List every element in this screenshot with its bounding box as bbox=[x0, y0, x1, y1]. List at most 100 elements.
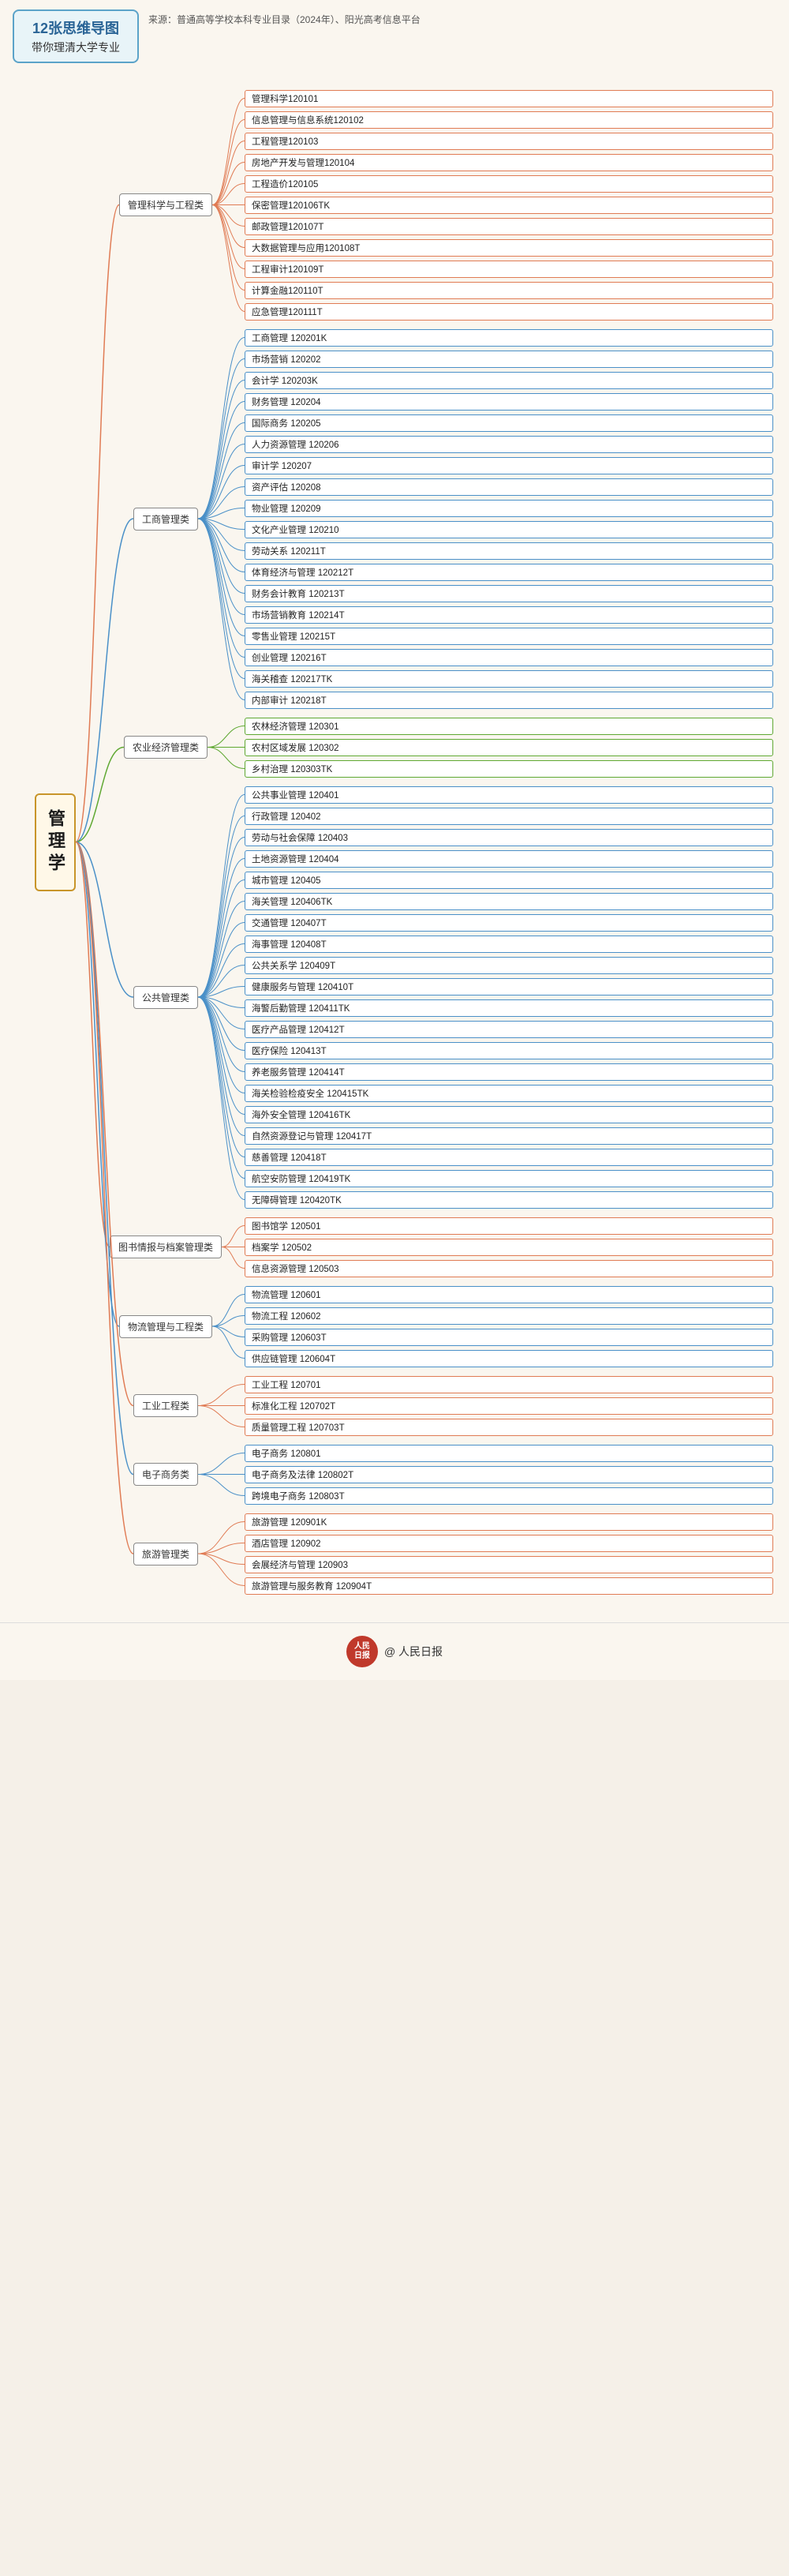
leaf-node: 自然资源登记与管理 120417T bbox=[245, 1127, 773, 1145]
footer: 人民日报 @ 人民日报 bbox=[0, 1622, 789, 1680]
leaf-node: 行政管理 120402 bbox=[245, 808, 773, 825]
leaf-node: 审计学 120207 bbox=[245, 457, 773, 474]
leaf-node: 电子商务及法律 120802T bbox=[245, 1466, 773, 1483]
leaf-node: 质量管理工程 120703T bbox=[245, 1419, 773, 1436]
leaf-node: 海外安全管理 120416TK bbox=[245, 1106, 773, 1123]
leaf-node: 工程管理120103 bbox=[245, 133, 773, 150]
category-node-cat9: 旅游管理类 bbox=[133, 1543, 198, 1565]
leaf-node: 文化产业管理 120210 bbox=[245, 521, 773, 538]
leaf-node: 健康服务与管理 120410T bbox=[245, 978, 773, 996]
leaf-node: 电子商务 120801 bbox=[245, 1445, 773, 1462]
leaf-node: 乡村治理 120303TK bbox=[245, 760, 773, 778]
leaf-node: 大数据管理与应用120108T bbox=[245, 239, 773, 257]
leaf-group-cat3: 农林经济管理 120301 农村区域发展 120302 乡村治理 120303TK bbox=[245, 716, 773, 778]
leaf-node: 采购管理 120603T bbox=[245, 1329, 773, 1346]
leaf-group-cat7: 工业工程 120701 标准化工程 120702T 质量管理工程 120703T bbox=[245, 1374, 773, 1437]
leaf-node: 零售业管理 120215T bbox=[245, 628, 773, 645]
leaf-node: 物流工程 120602 bbox=[245, 1307, 773, 1325]
leaf-node: 会展经济与管理 120903 bbox=[245, 1556, 773, 1573]
leaf-node: 工商管理 120201K bbox=[245, 329, 773, 347]
category-node-cat1: 管理科学与工程类 bbox=[119, 193, 212, 216]
badge-title-line1: 12张思维导图 bbox=[24, 17, 128, 38]
leaf-group-cat1: 管理科学120101 信息管理与信息系统120102 工程管理120103 房地产开发… bbox=[245, 88, 773, 321]
leaf-node: 会计学 120203K bbox=[245, 372, 773, 389]
leaf-node: 管理科学120101 bbox=[245, 90, 773, 107]
leaf-node: 物流管理 120601 bbox=[245, 1286, 773, 1303]
leaf-group-cat6: 物流管理 120601 物流工程 120602 采购管理 120603T 供应链管理 … bbox=[245, 1284, 773, 1368]
leaf-node: 跨境电子商务 120803T bbox=[245, 1487, 773, 1505]
leaf-node: 航空安防管理 120419TK bbox=[245, 1170, 773, 1187]
leaf-node: 资产评估 120208 bbox=[245, 478, 773, 496]
leaf-group-cat4: 公共事业管理 120401 行政管理 120402 劳动与社会保障 120403 土地… bbox=[245, 785, 773, 1209]
category-node-cat4: 公共管理类 bbox=[133, 986, 198, 1009]
leaf-node: 档案学 120502 bbox=[245, 1239, 773, 1256]
leaf-node: 财务会计教育 120213T bbox=[245, 585, 773, 602]
leaf-node: 内部审计 120218T bbox=[245, 692, 773, 709]
leaf-group-cat8: 电子商务 120801 电子商务及法律 120802T 跨境电子商务 120803T bbox=[245, 1443, 773, 1505]
leaf-node: 工业工程 120701 bbox=[245, 1376, 773, 1393]
mindmap-container: 管理学 管理科学与工程类 管理科学120101 信息管理与信息系统120102 工程管理… bbox=[0, 69, 789, 1614]
leaf-node: 房地产开发与管理120104 bbox=[245, 154, 773, 171]
page: 12张思维导图 带你理清大学专业 来源：普通高等学校本科专业目录（2024年）、… bbox=[0, 0, 789, 1680]
leaf-node: 旅游管理与服务教育 120904T bbox=[245, 1577, 773, 1595]
leaf-node: 公共事业管理 120401 bbox=[245, 786, 773, 804]
leaf-node: 保密管理120106TK bbox=[245, 197, 773, 214]
category-node-cat7: 工业工程类 bbox=[133, 1394, 198, 1417]
mindmap-nodes: 管理学 管理科学与工程类 管理科学120101 信息管理与信息系统120102 工程管理… bbox=[8, 69, 781, 1614]
leaf-node: 酒店管理 120902 bbox=[245, 1535, 773, 1552]
leaf-node: 应急管理120111T bbox=[245, 303, 773, 321]
leaf-node: 物业管理 120209 bbox=[245, 500, 773, 517]
leaf-group-cat2: 工商管理 120201K 市场营销 120202 会计学 120203K 财务管理 1… bbox=[245, 328, 773, 710]
leaf-node: 农林经济管理 120301 bbox=[245, 718, 773, 735]
header: 12张思维导图 带你理清大学专业 来源：普通高等学校本科专业目录（2024年）、… bbox=[0, 0, 789, 69]
header-badge: 12张思维导图 带你理清大学专业 bbox=[13, 9, 139, 63]
leaf-node: 图书馆学 120501 bbox=[245, 1217, 773, 1235]
leaf-node: 劳动关系 120211T bbox=[245, 542, 773, 560]
leaf-node: 海事管理 120408T bbox=[245, 936, 773, 953]
leaf-node: 城市管理 120405 bbox=[245, 872, 773, 889]
leaf-group-cat9: 旅游管理 120901K 酒店管理 120902 会展经济与管理 120903 旅游管… bbox=[245, 1512, 773, 1595]
category-node-cat2: 工商管理类 bbox=[133, 508, 198, 531]
leaf-node: 信息资源管理 120503 bbox=[245, 1260, 773, 1277]
leaf-node: 市场营销 120202 bbox=[245, 351, 773, 368]
leaf-node: 海警后勤管理 120411TK bbox=[245, 999, 773, 1017]
leaf-node: 市场营销教育 120214T bbox=[245, 606, 773, 624]
leaf-node: 慈善管理 120418T bbox=[245, 1149, 773, 1166]
central-node: 管理学 bbox=[35, 793, 76, 891]
leaf-node: 医疗保险 120413T bbox=[245, 1042, 773, 1059]
leaf-node: 计算金融120110T bbox=[245, 282, 773, 299]
source-text: 来源：普通高等学校本科专业目录（2024年）、阳光高考信息平台 bbox=[148, 9, 421, 28]
footer-watermark: @ 人民日报 bbox=[384, 1644, 443, 1659]
leaf-node: 农村区域发展 120302 bbox=[245, 739, 773, 756]
leaf-node: 海关管理 120406TK bbox=[245, 893, 773, 910]
leaf-group-cat5: 图书馆学 120501 档案学 120502 信息资源管理 120503 bbox=[245, 1216, 773, 1278]
leaf-node: 海关稽查 120217TK bbox=[245, 670, 773, 688]
leaf-node: 医疗产品管理 120412T bbox=[245, 1021, 773, 1038]
leaf-node: 无障碍管理 120420TK bbox=[245, 1191, 773, 1209]
leaf-node: 工程造价120105 bbox=[245, 175, 773, 193]
footer-logo-text: 人民日报 bbox=[354, 1642, 370, 1661]
leaf-node: 体育经济与管理 120212T bbox=[245, 564, 773, 581]
footer-logo: 人民日报 bbox=[346, 1636, 378, 1667]
category-node-cat3: 农业经济管理类 bbox=[124, 736, 208, 759]
leaf-node: 养老服务管理 120414T bbox=[245, 1063, 773, 1081]
badge-title-line2: 带你理清大学专业 bbox=[24, 39, 128, 55]
leaf-node: 劳动与社会保障 120403 bbox=[245, 829, 773, 846]
leaf-node: 土地资源管理 120404 bbox=[245, 850, 773, 868]
category-node-cat6: 物流管理与工程类 bbox=[119, 1315, 212, 1338]
leaf-node: 供应链管理 120604T bbox=[245, 1350, 773, 1367]
leaf-node: 国际商务 120205 bbox=[245, 414, 773, 432]
leaf-node: 旅游管理 120901K bbox=[245, 1513, 773, 1531]
leaf-node: 交通管理 120407T bbox=[245, 914, 773, 932]
leaf-node: 海关检验检疫安全 120415TK bbox=[245, 1085, 773, 1102]
leaf-node: 邮政管理120107T bbox=[245, 218, 773, 235]
leaf-node: 工程审计120109T bbox=[245, 261, 773, 278]
leaf-node: 创业管理 120216T bbox=[245, 649, 773, 666]
leaf-node: 标准化工程 120702T bbox=[245, 1397, 773, 1415]
leaf-node: 人力资源管理 120206 bbox=[245, 436, 773, 453]
category-node-cat8: 电子商务类 bbox=[133, 1463, 198, 1486]
leaf-node: 公共关系学 120409T bbox=[245, 957, 773, 974]
leaf-node: 信息管理与信息系统120102 bbox=[245, 111, 773, 129]
leaf-node: 财务管理 120204 bbox=[245, 393, 773, 411]
category-node-cat5: 图书情报与档案管理类 bbox=[110, 1236, 222, 1258]
